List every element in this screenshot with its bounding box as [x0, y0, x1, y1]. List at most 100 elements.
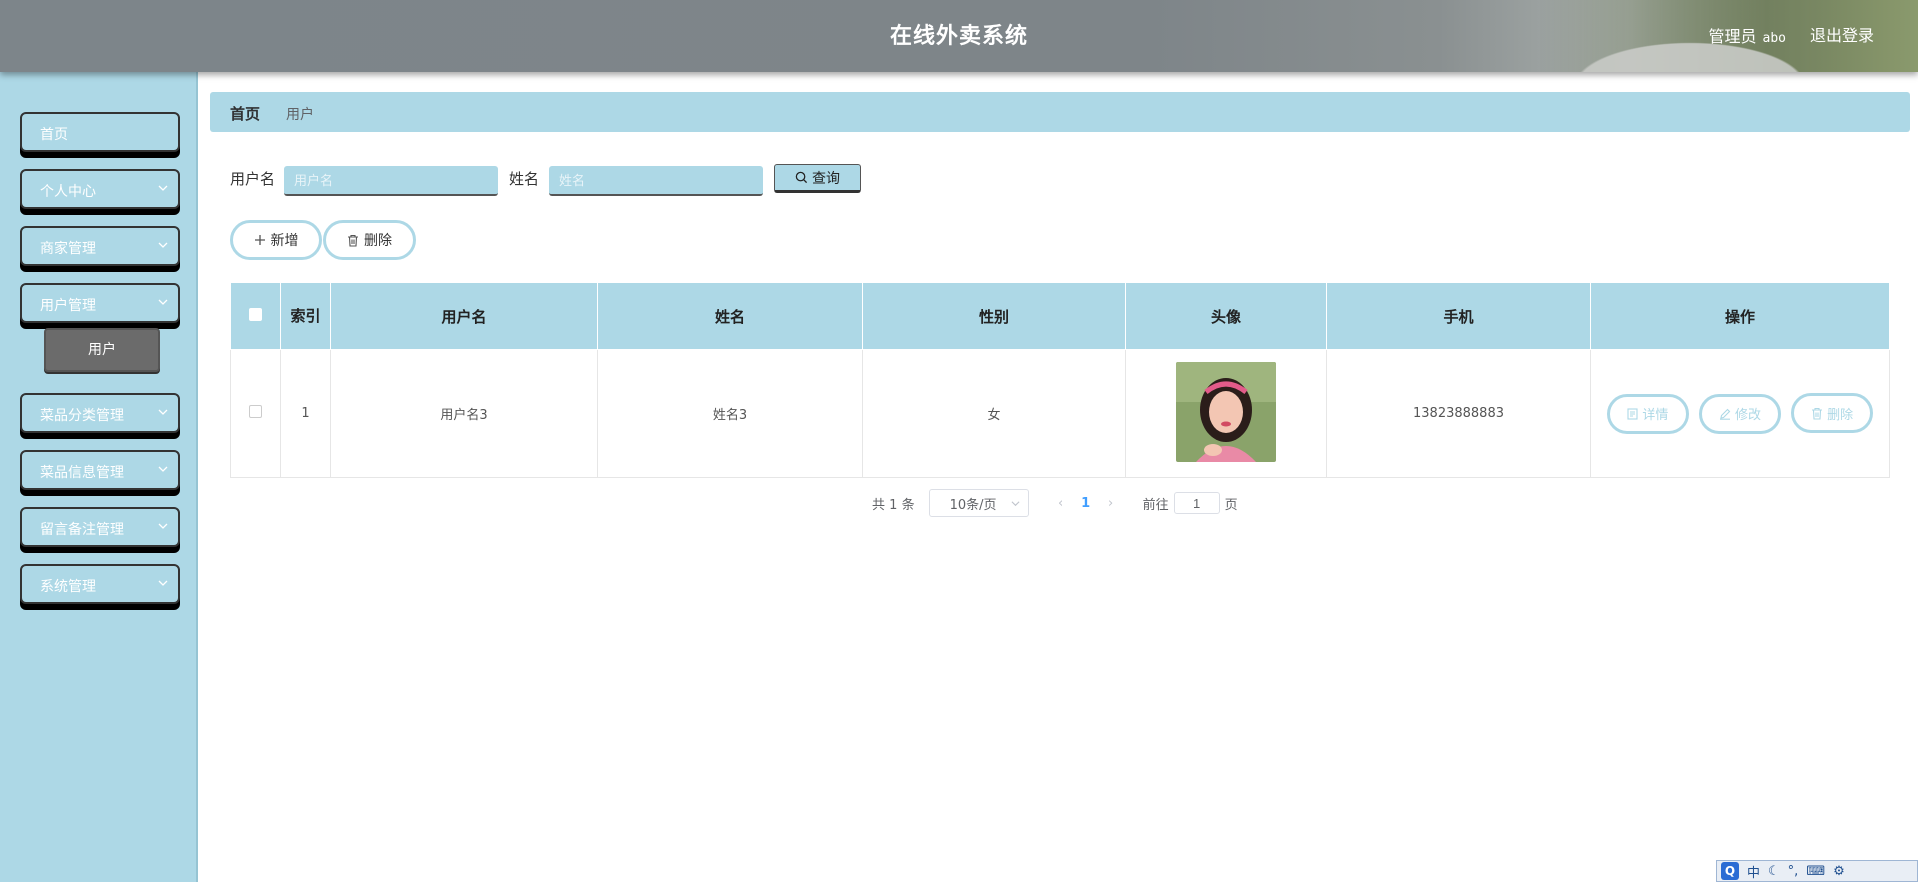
sidebar-item-home[interactable]: 首页 [20, 112, 180, 152]
sidebar-item-dish-category-mgmt[interactable]: 菜品分类管理 [20, 393, 180, 433]
goto-label: 前往 [1142, 497, 1169, 513]
query-button-label: 查询 [812, 170, 840, 187]
row-delete-button[interactable]: 删除 [1791, 393, 1874, 434]
sidebar-item-personal-center[interactable]: 个人中心 [20, 169, 180, 209]
sidebar-item-user-mgmt[interactable]: 用户管理 [20, 283, 180, 323]
header-index: 索引 [280, 282, 331, 350]
chevron-down-icon [158, 409, 168, 415]
ime-toolbar: Q 中 ☾ °, ⌨ ⚙ [1716, 860, 1918, 882]
batch-delete-button[interactable]: 删除 [323, 220, 416, 260]
sidebar-subitem-user[interactable]: 用户 [44, 328, 160, 372]
punctuation-icon[interactable]: °, [1788, 864, 1799, 879]
chevron-down-icon [158, 242, 168, 248]
chevron-down-icon [158, 523, 168, 529]
chevron-down-icon [158, 299, 168, 305]
logout-button[interactable]: 退出登录 [1810, 22, 1874, 46]
username-label: 用户名 [230, 170, 276, 188]
breadcrumb-home[interactable]: 首页 [230, 103, 260, 124]
header-avatar: 头像 [1125, 282, 1327, 350]
select-all-header [230, 282, 281, 350]
row-select-cell [230, 349, 281, 478]
cell-name: 姓名3 [597, 349, 863, 478]
user-role: 管理员 [1708, 27, 1757, 46]
edit-button-label: 修改 [1734, 408, 1761, 424]
trash-icon [348, 234, 358, 247]
header-actions: 操作 [1590, 282, 1890, 350]
chevron-down-icon [158, 466, 168, 472]
user-info: 管理员 abo [1709, 23, 1787, 47]
ime-logo-icon[interactable]: Q [1721, 862, 1739, 880]
pagination-total-suffix: 条 [901, 497, 915, 513]
prev-page-button[interactable]: ‹ [1051, 496, 1071, 511]
next-page-button[interactable]: › [1101, 496, 1121, 511]
sidebar-item-system-mgmt[interactable]: 系统管理 [20, 564, 180, 604]
cell-avatar [1125, 349, 1327, 478]
breadcrumb-current: 用户 [286, 107, 314, 123]
table-header-row: 索引 用户名 姓名 性别 头像 手机 操作 [230, 282, 1890, 350]
detail-button-label: 详情 [1642, 408, 1669, 424]
sidebar-item-merchant-mgmt[interactable]: 商家管理 [20, 226, 180, 266]
sidebar-item-dish-info-mgmt[interactable]: 菜品信息管理 [20, 450, 180, 490]
pagination-total: 共 1 条 [872, 494, 915, 513]
ime-mode-toggle[interactable]: 中 [1747, 862, 1760, 881]
goto-suffix: 页 [1224, 497, 1238, 513]
pagination-total-count: 1 [889, 497, 898, 513]
goto-page-input[interactable] [1173, 492, 1220, 514]
edit-button[interactable]: 修改 [1699, 393, 1781, 434]
row-delete-button-label: 删除 [1827, 407, 1854, 423]
select-all-checkbox[interactable] [249, 308, 262, 321]
detail-button[interactable]: 详情 [1606, 393, 1689, 434]
query-button[interactable]: 查询 [774, 164, 861, 193]
chevron-down-icon [1011, 500, 1020, 506]
trash-icon [1812, 407, 1823, 420]
user-name: abo [1762, 31, 1786, 46]
pagination: 共 1 条 10条/页 ‹ 1 › 前往 页 [872, 488, 1238, 518]
add-button-label: 新增 [270, 233, 299, 249]
settings-icon[interactable]: ⚙ [1833, 864, 1845, 879]
document-icon [1627, 408, 1638, 420]
chevron-down-icon [158, 185, 168, 191]
sidebar-item-label: 系统管理 [40, 579, 96, 595]
batch-delete-button-label: 删除 [364, 233, 392, 249]
sidebar-item-label: 用户管理 [40, 298, 96, 314]
edit-icon [1719, 408, 1731, 420]
search-icon [795, 171, 808, 184]
keyboard-icon[interactable]: ⌨ [1806, 864, 1825, 879]
sidebar: 首页 个人中心 商家管理 用户管理 用户 菜品分类管理 菜品信息管理 留言备注管… [0, 72, 198, 882]
user-avatar-image[interactable] [1176, 361, 1276, 462]
sidebar-item-label: 商家管理 [40, 241, 96, 257]
cell-index: 1 [280, 349, 331, 478]
cell-actions: 详情 修改 删除 [1590, 349, 1890, 478]
name-label: 姓名 [509, 170, 540, 188]
cell-phone: 13823888883 [1326, 349, 1591, 478]
table-row: 1 用户名3 姓名3 女 13823888883 详情 修改 删除 [230, 349, 1890, 478]
app-title: 在线外卖系统 [889, 24, 1028, 49]
sidebar-item-label: 个人中心 [40, 184, 96, 200]
sidebar-item-label: 菜品分类管理 [40, 408, 124, 424]
plus-icon [254, 235, 265, 245]
sidebar-item-label: 菜品信息管理 [40, 465, 124, 481]
page-number-current[interactable]: 1 [1071, 496, 1101, 511]
moon-icon[interactable]: ☾ [1768, 864, 1780, 879]
top-header: 在线外卖系统 管理员 abo 退出登录 [0, 0, 1918, 72]
header-gender: 性别 [862, 282, 1126, 350]
add-button[interactable]: 新增 [230, 220, 322, 260]
sidebar-item-message-mgmt[interactable]: 留言备注管理 [20, 507, 180, 547]
name-search-input[interactable] [549, 166, 763, 196]
pagination-total-prefix: 共 [872, 497, 886, 513]
sidebar-item-label: 留言备注管理 [40, 522, 124, 538]
user-table: 索引 用户名 姓名 性别 头像 手机 操作 1 用户名3 姓名3 女 13823… [230, 282, 1890, 478]
sidebar-item-label: 首页 [40, 127, 68, 143]
page-size-select[interactable]: 10条/页 [928, 489, 1029, 517]
cell-gender: 女 [862, 349, 1126, 478]
header-phone: 手机 [1326, 282, 1591, 350]
page-size-value: 10条/页 [949, 497, 997, 513]
cell-username: 用户名3 [330, 349, 598, 478]
username-search-input[interactable] [284, 166, 498, 196]
header-name: 姓名 [597, 282, 863, 350]
chevron-down-icon [158, 580, 168, 586]
sidebar-subitem-label: 用户 [88, 342, 116, 358]
header-username: 用户名 [330, 282, 598, 350]
breadcrumb: 首页 用户 [210, 92, 1910, 132]
row-checkbox[interactable] [249, 405, 262, 418]
